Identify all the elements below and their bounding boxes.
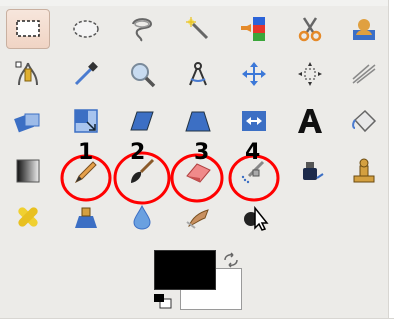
paths-icon [15,61,38,86]
tool-smudge[interactable] [176,197,220,237]
flip-icon [242,111,266,131]
tool-measure[interactable] [176,54,220,94]
perspective-icon [185,111,211,132]
tool-alignment[interactable] [288,54,332,94]
tool-dodge-burn[interactable] [232,197,276,237]
tool-blend[interactable] [6,151,50,191]
ink-icon [303,162,324,180]
annotation-label-3: 3 [194,140,210,165]
bucket-fill-icon [352,109,377,133]
ellipse-select-icon [73,20,99,38]
tool-blur-sharpen[interactable] [120,197,164,237]
tool-flip[interactable] [232,101,276,141]
shear-icon [130,111,154,131]
tool-clone[interactable] [342,151,386,191]
toolbox-right-edge [388,0,394,326]
tool-scissors-select[interactable] [288,9,332,49]
tool-ellipse-select[interactable] [64,9,108,49]
tool-text[interactable] [288,101,332,141]
default-colors-icon[interactable] [152,292,174,310]
measure-icon [189,62,207,86]
select-by-color-icon [241,17,265,41]
rect-select-icon [16,20,40,37]
smudge-icon [186,209,209,229]
tool-move[interactable] [232,54,276,94]
tool-zoom[interactable] [120,54,164,94]
tool-paths[interactable] [6,54,50,94]
text-icon [298,109,322,133]
tool-fuzzy-select[interactable] [176,9,220,49]
move-icon [242,62,266,86]
tool-perspective[interactable] [176,101,220,141]
tool-scale[interactable] [64,101,108,141]
tool-shear[interactable] [120,101,164,141]
tool-select-by-color[interactable] [232,9,276,49]
tool-perspective-clone[interactable] [64,197,108,237]
blur-sharpen-icon [133,204,151,230]
alignment-icon [298,62,322,86]
tool-free-select[interactable] [120,9,164,49]
annotation-label-2: 2 [130,140,146,165]
annotation-label-4: 4 [245,140,261,165]
clone-icon [353,158,375,183]
scissors-select-icon [298,17,322,42]
scale-icon [74,109,98,133]
tool-rect-select[interactable] [6,9,50,49]
tool-bucket-fill[interactable] [342,101,386,141]
tool-color-picker[interactable] [64,54,108,94]
crop-icon [352,64,376,84]
tool-rotate[interactable] [6,101,50,141]
fuzzy-select-icon [186,17,209,40]
blend-icon [16,159,40,183]
color-picker-icon [74,61,98,86]
foreground-color-swatch[interactable] [154,250,216,290]
perspective-clone-icon [75,207,97,228]
heal-icon [18,207,38,227]
free-select-icon [132,18,153,42]
dodge-burn-icon [244,205,269,231]
tool-heal[interactable] [6,197,50,237]
tool-crop[interactable] [342,54,386,94]
rotate-icon [14,113,40,133]
tool-ink[interactable] [288,151,332,191]
swap-colors-icon[interactable] [222,252,240,268]
zoom-icon [131,63,156,88]
annotation-label-1: 1 [78,140,94,165]
tool-foreground-select[interactable] [342,9,386,49]
toolbox-top-border [0,0,394,6]
foreground-select-icon [353,19,375,40]
